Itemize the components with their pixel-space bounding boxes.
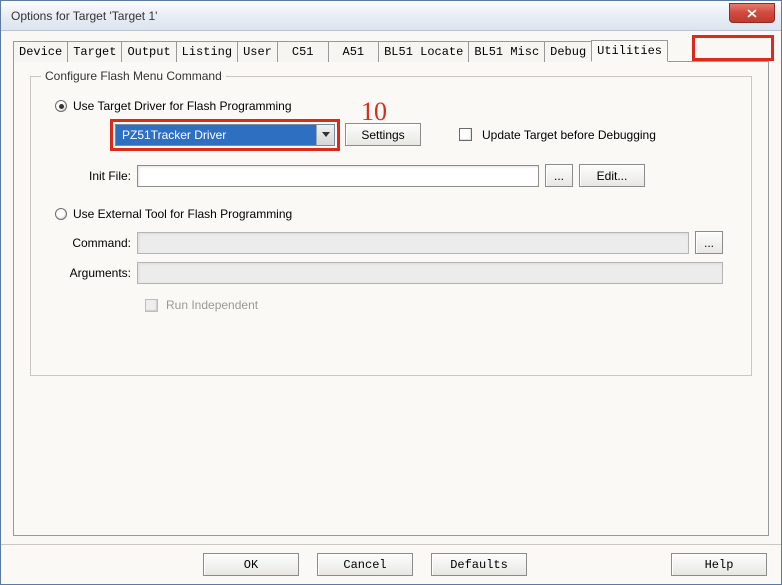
radio-external-row: Use External Tool for Flash Programming [55,207,733,221]
tab-bar: Device Target Output Listing User C51 A5… [13,39,769,61]
radio-target-driver-row: Use Target Driver for Flash Programming [55,99,733,113]
init-file-input[interactable] [137,165,539,187]
close-button[interactable] [729,3,775,23]
tab-user[interactable]: User [237,41,278,62]
radio-use-target-driver-label: Use Target Driver for Flash Programming [73,99,292,113]
tab-debug[interactable]: Debug [544,41,592,62]
checkbox-run-independent-label: Run Independent [166,298,258,312]
help-button[interactable]: Help [671,553,767,576]
tab-panel: Configure Flash Menu Command Use Target … [13,61,769,536]
tab-device[interactable]: Device [13,41,68,62]
tab-utilities[interactable]: Utilities [591,40,668,62]
annotation-number: 10 [361,97,387,127]
arguments-input[interactable] [137,262,723,284]
chevron-down-icon [322,132,330,138]
group-flash-command: Configure Flash Menu Command Use Target … [30,76,752,376]
tab-bl51-misc[interactable]: BL51 Misc [468,41,545,62]
radio-use-target-driver[interactable] [55,100,67,112]
checkbox-run-independent [145,299,158,312]
defaults-button[interactable]: Defaults [431,553,527,576]
radio-use-external-tool[interactable] [55,208,67,220]
tab-c51[interactable]: C51 [277,41,329,62]
driver-row: 10 PZ51Tracker Driver Settings Updat [115,123,733,146]
driver-combo-wrap: PZ51Tracker Driver [115,124,335,146]
titlebar[interactable]: Options for Target 'Target 1' [1,1,781,31]
client-area: Device Target Output Listing User C51 A5… [1,31,781,544]
group-title: Configure Flash Menu Command [41,69,226,83]
init-file-browse-button[interactable]: ... [545,164,573,187]
radio-use-external-tool-label: Use External Tool for Flash Programming [73,207,292,221]
cancel-button[interactable]: Cancel [317,553,413,576]
dialog-button-bar: OK Cancel Defaults Help [1,544,781,584]
arguments-row: Arguments: [59,262,733,284]
command-browse-button[interactable]: ... [695,231,723,254]
tab-listing[interactable]: Listing [176,41,238,62]
tab-target[interactable]: Target [67,41,122,62]
arguments-label: Arguments: [59,266,131,280]
run-independent-row: Run Independent [145,298,733,312]
init-file-row: Init File: ... Edit... [83,164,733,187]
driver-combobox-text: PZ51Tracker Driver [116,125,316,145]
checkbox-update-target[interactable] [459,128,472,141]
tab-bl51-locate[interactable]: BL51 Locate [378,41,469,62]
checkbox-update-target-label: Update Target before Debugging [482,128,656,142]
annotation-box-utilities [692,35,774,61]
window-title: Options for Target 'Target 1' [11,9,157,23]
init-file-label: Init File: [83,169,131,183]
tab-output[interactable]: Output [121,41,176,62]
init-file-edit-button[interactable]: Edit... [579,164,645,187]
command-label: Command: [59,236,131,250]
driver-combobox[interactable]: PZ51Tracker Driver [115,124,335,146]
command-row: Command: ... [59,231,733,254]
ok-button[interactable]: OK [203,553,299,576]
command-input[interactable] [137,232,689,254]
external-section: Use External Tool for Flash Programming … [49,207,733,312]
close-icon [747,9,757,18]
tab-a51[interactable]: A51 [328,41,380,62]
driver-combobox-button[interactable] [316,125,334,145]
options-dialog: Options for Target 'Target 1' Device Tar… [0,0,782,585]
